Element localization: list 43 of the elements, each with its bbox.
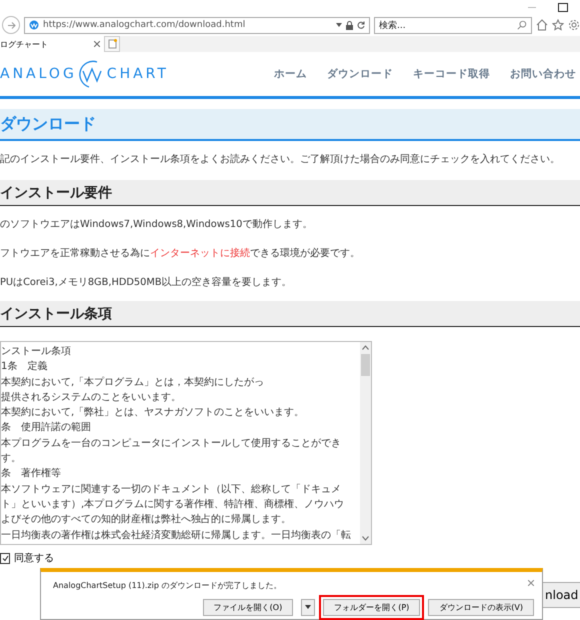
- requirement-text: フトウエアを正常稼動させる為に インターネットに接続できる環境が必要です。: [0, 247, 361, 260]
- caret-icon: [305, 605, 312, 609]
- nav-link[interactable]: ダウンロード: [327, 67, 393, 81]
- scroll-down-icon[interactable]: [362, 536, 369, 541]
- site-logo[interactable]: ANALOG CHART: [0, 59, 169, 89]
- requirement-text: のソフトウエアはWindows7,Windows8,Windows10で動作します。: [0, 218, 314, 231]
- new-tab-button[interactable]: [104, 36, 120, 52]
- close-icon[interactable]: [94, 41, 100, 47]
- scroll-up-icon[interactable]: [362, 345, 369, 350]
- scroll-thumb[interactable]: [361, 354, 370, 376]
- section-heading: インストール条項: [0, 301, 580, 327]
- caret-button[interactable]: [301, 599, 316, 616]
- close-icon[interactable]: [528, 580, 534, 586]
- site-logo-icon: [29, 20, 39, 30]
- section-heading: インストール要件: [0, 180, 580, 206]
- view-downloads-button[interactable]: ダウンロードの表示(V): [428, 599, 534, 616]
- page-title: ダウンロード: [0, 109, 580, 141]
- terms-text-area[interactable]: ンストール条項 1条 定義 本契約において,「本プログラム」とは，本契約にしたがっ 提供されるシステムのことをいいます。 本契約において,「弊社」とは、ヤスナガソフトのことをいいます。 条 使用許諾の範囲 本プログラムを一台のコンピュータにインストールして使用することができ す。 条 著作権等 本ソフトウェアに関連する一切のドキュメント（以下、総称して「ドキュメ ト」といいます）,本プログラムに関する著作権、特許権、商標権、ノウハウ よびその他のすべての知的財産権は弊社へ独占的に帰属します。 一日均衡表の著作権は株式会社経済変動総研に帰属します。一日均衡表の「転: [0, 341, 372, 545]
- address-field[interactable]: https://www.analogchart.com/download.html: [24, 16, 370, 34]
- browser-tab[interactable]: ログチャート: [0, 36, 104, 52]
- back-button[interactable]: [2, 16, 20, 34]
- requirement-text: PUはCorei3,メモリ8GB,HDD50MB以上の空き容量を要します。: [0, 276, 293, 289]
- nav-link[interactable]: キーコード取得: [413, 67, 490, 81]
- page-icon: [108, 39, 116, 49]
- scrollbar[interactable]: [360, 342, 371, 544]
- dropdown-icon[interactable]: [336, 23, 342, 27]
- intro-text: 記のインストール要件、インストール条項をよくお読みください。ご了解頂けた場合のみ同意にチェックを入れてください。: [0, 153, 561, 166]
- notification-message: AnalogChartSetup (11).zip のダウンロードが完了しました。: [53, 580, 282, 591]
- arrow-icon: [6, 20, 16, 30]
- search-field[interactable]: 検索...: [374, 16, 532, 34]
- refresh-icon[interactable]: [357, 21, 365, 29]
- star-icon[interactable]: [552, 19, 564, 31]
- settings-icon[interactable]: [568, 19, 580, 31]
- search-icon[interactable]: [517, 20, 527, 30]
- lock-icon: [346, 20, 353, 30]
- nav-link[interactable]: お問い合わせ: [510, 67, 576, 81]
- open-file-button[interactable]: ファイルを開く(O): [202, 599, 294, 616]
- agree-label: 同意する: [14, 552, 54, 565]
- download-button[interactable]: nload: [542, 582, 580, 608]
- maximize-icon[interactable]: [558, 2, 568, 12]
- agree-checkbox[interactable]: [0, 552, 10, 564]
- nav-link[interactable]: ホーム: [274, 67, 307, 81]
- home-icon[interactable]: [536, 19, 548, 31]
